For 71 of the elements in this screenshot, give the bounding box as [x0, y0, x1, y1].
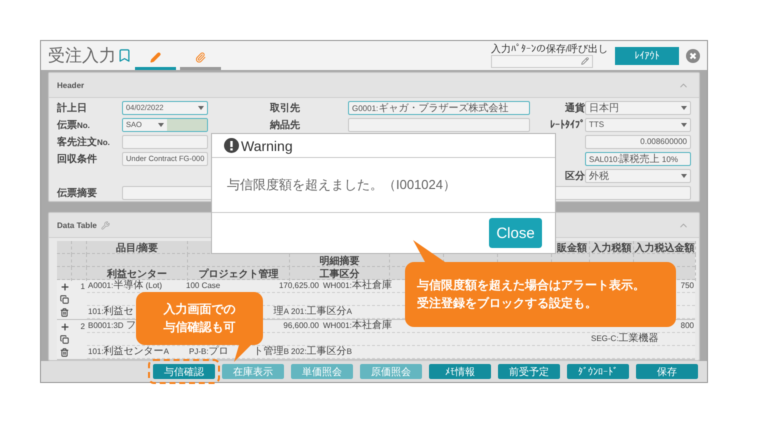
action-button[interactable]: 保存 [636, 364, 698, 379]
caret-icon [681, 122, 687, 126]
row-number: 1 [80, 281, 86, 293]
input-field[interactable]: SAL010:課税売上 10% [585, 152, 691, 166]
trash-icon[interactable] [60, 348, 69, 357]
callout-text: 与信限度額を超えた場合はアラート表示。 受注登録をブロックする設定も。 [417, 277, 645, 312]
table-cell: 理A [274, 306, 289, 318]
bookmark-icon[interactable] [117, 48, 132, 63]
table-cell: 202:工事区分B [290, 346, 353, 358]
field-label: ﾚｰﾄﾀｲﾌﾟ [550, 118, 585, 130]
input-field[interactable] [122, 134, 208, 148]
table-cell: A0001:半導体 (Lot) [87, 280, 164, 292]
field-label: 伝票No. [57, 118, 91, 132]
copy-icon[interactable] [60, 295, 69, 304]
pencil-icon [150, 52, 161, 63]
action-button[interactable]: 前受予定 [498, 364, 560, 379]
wrench-icon[interactable] [100, 220, 110, 230]
close-icon[interactable] [686, 48, 700, 62]
field-label: 伝票摘要 [57, 186, 98, 200]
plus-icon[interactable] [60, 282, 70, 292]
panel-title: Data Table [57, 220, 97, 230]
table-cell: 101:利益セ [87, 306, 135, 318]
copy-icon[interactable] [60, 335, 69, 344]
table-cell: 101:利益センターA [87, 346, 170, 358]
warning-icon [224, 138, 239, 153]
action-button[interactable]: ﾀﾞｳﾝﾛｰﾄﾞ [567, 364, 629, 379]
layout-button[interactable]: ﾚｲｱｳﾄ [615, 46, 679, 64]
table-cell: 750 [680, 280, 695, 292]
select-field[interactable]: TTS [585, 118, 691, 132]
field-label: 計上日 [57, 102, 88, 114]
trash-icon[interactable] [60, 308, 69, 317]
input-field[interactable] [348, 118, 530, 132]
select-field[interactable]: 外税 [585, 168, 691, 182]
field-label: 区分 [565, 170, 585, 182]
select-field[interactable]: 日本円 [585, 100, 691, 114]
field-label: 客先注文No. [57, 135, 111, 148]
input-field[interactable] [490, 54, 593, 68]
table-cell: SEG-C:工業機器 [590, 333, 660, 345]
field-label: 回収条件 [57, 152, 98, 166]
field-label: 取引先 [270, 102, 301, 114]
field-label: 通貨 [565, 102, 585, 114]
page-title: 受注入力 [48, 45, 116, 67]
action-button[interactable]: 与信確認 [153, 364, 215, 379]
plus-icon[interactable] [60, 322, 70, 332]
table-cell: 100 Case [185, 280, 222, 292]
table-cell: B0001:3D フ [87, 320, 137, 332]
pencil-icon[interactable] [580, 57, 589, 65]
caret-icon [198, 106, 204, 110]
caret-icon [681, 174, 687, 178]
table-cell: PJ-B:プロ [189, 346, 229, 358]
table-cell: WH001:本社倉庫 [322, 320, 393, 332]
table-cell: ト管理B [254, 346, 289, 358]
field-label: 入力ﾊﾟﾀｰﾝの保存/呼び出し [490, 44, 608, 54]
table-cell: 800 [680, 320, 695, 332]
field-label: 納品先 [270, 118, 301, 132]
callout-text: 入力画面での 与信確認も可 [164, 301, 236, 336]
row-number: 2 [80, 321, 86, 333]
table-cell: 170,625.00 [278, 280, 320, 292]
caret-icon [681, 106, 687, 110]
caret-icon [158, 122, 164, 126]
table-cell: 201:工事区分A [290, 306, 353, 318]
input-field[interactable]: 0.008600000 [585, 134, 691, 148]
paperclip-icon [195, 52, 206, 63]
table-cell: WH001:本社倉庫 [322, 280, 393, 292]
input-field[interactable]: G0001:ギャガ・ブラザーズ株式会社 [348, 100, 530, 114]
dialog-title: Warning [241, 138, 293, 154]
close-button[interactable]: Close [489, 218, 542, 248]
table-cell: 96,600.00 [282, 320, 320, 332]
panel-title: Header [57, 80, 84, 90]
dialog-message: 与信限度額を超えました。（I001024） [227, 176, 456, 194]
action-button[interactable]: ﾒﾓ情報 [429, 364, 491, 379]
